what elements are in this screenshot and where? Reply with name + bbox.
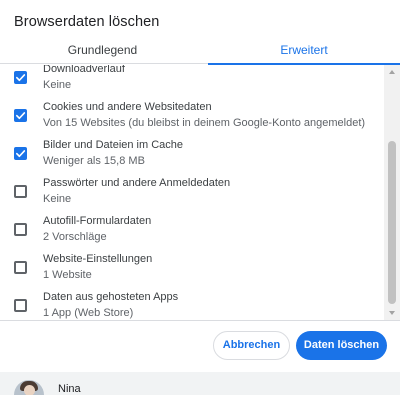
checkbox-checked[interactable] — [14, 71, 27, 84]
dialog-title: Browserdaten löschen — [14, 14, 160, 30]
clear-data-button[interactable]: Daten löschen — [296, 331, 387, 360]
checkmark-icon — [16, 112, 26, 120]
scrollbar-thumb[interactable] — [388, 141, 396, 304]
scrollbar[interactable] — [384, 65, 400, 320]
checkbox-unchecked[interactable] — [14, 223, 27, 236]
list-item-hosted-apps[interactable]: Daten aus gehosteten Apps 1 App (Web Sto… — [0, 287, 384, 320]
list-item-download-history[interactable]: Downloadverlauf Keine — [0, 65, 384, 97]
list-item-cache[interactable]: Bilder und Dateien im Cache Weniger als … — [0, 135, 384, 173]
checkmark-icon — [16, 74, 26, 82]
item-title: Autofill-Formulardaten — [43, 215, 152, 227]
item-subtitle: 1 Website — [43, 269, 92, 281]
cancel-button[interactable]: Abbrechen — [213, 331, 290, 360]
tab-basic[interactable]: Grundlegend — [0, 38, 205, 64]
tab-bar: Grundlegend Erweitert — [0, 38, 400, 65]
user-avatar — [14, 380, 44, 395]
list-item-autofill[interactable]: Autofill-Formulardaten 2 Vorschläge — [0, 211, 384, 249]
item-subtitle: Weniger als 15,8 MB — [43, 155, 145, 167]
item-title: Daten aus gehosteten Apps — [43, 291, 179, 303]
item-title: Website-Einstellungen — [43, 253, 153, 265]
checkbox-unchecked[interactable] — [14, 261, 27, 274]
scroll-down-arrow-icon[interactable] — [384, 307, 400, 320]
item-title: Cookies und andere Websitedaten — [43, 101, 212, 113]
item-subtitle: 2 Vorschläge — [43, 231, 107, 243]
scroll-up-arrow-icon[interactable] — [384, 65, 400, 78]
item-title: Downloadverlauf — [43, 65, 125, 75]
checkbox-checked[interactable] — [14, 147, 27, 160]
list-item-site-settings[interactable]: Website-Einstellungen 1 Website — [0, 249, 384, 287]
account-name: Nina — [58, 383, 81, 395]
item-title: Bilder und Dateien im Cache — [43, 139, 184, 151]
item-subtitle: Von 15 Websites (du bleibst in deinem Go… — [43, 117, 366, 129]
tab-advanced-label: Erweitert — [280, 43, 328, 57]
checkbox-unchecked[interactable] — [14, 185, 27, 198]
data-type-list: Downloadverlauf Keine Cookies und andere… — [0, 65, 400, 320]
item-title: Passwörter und andere Anmeldedaten — [43, 177, 231, 189]
list-item-cookies[interactable]: Cookies und andere Websitedaten Von 15 W… — [0, 97, 384, 135]
tab-advanced[interactable]: Erweitert — [208, 38, 400, 65]
footer-divider — [0, 320, 400, 321]
item-subtitle: Keine — [43, 79, 72, 91]
clear-browsing-data-dialog: Browserdaten löschen Grundlegend Erweite… — [0, 0, 400, 395]
checkbox-unchecked[interactable] — [14, 299, 27, 312]
checkbox-checked[interactable] — [14, 109, 27, 122]
checkmark-icon — [16, 150, 26, 158]
account-footer: Nina — [0, 372, 400, 395]
item-subtitle: 1 App (Web Store) — [43, 307, 134, 319]
list-item-passwords[interactable]: Passwörter und andere Anmeldedaten Keine — [0, 173, 384, 211]
item-subtitle: Keine — [43, 193, 72, 205]
